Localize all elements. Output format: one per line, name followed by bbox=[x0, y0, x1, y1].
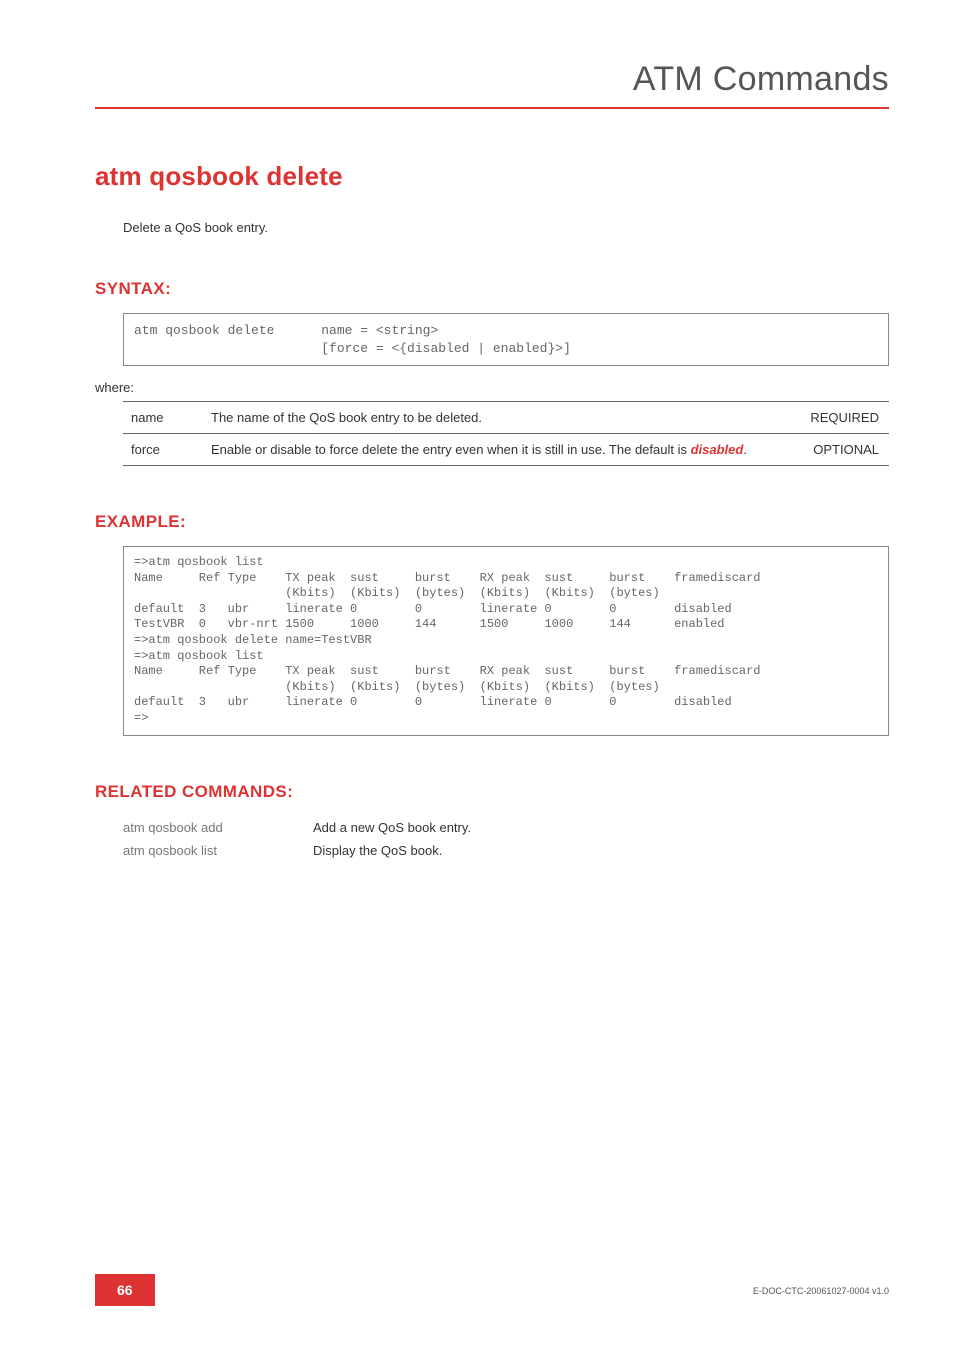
param-desc-pre: Enable or disable to force delete the en… bbox=[211, 442, 691, 457]
related-desc: Display the QoS book. bbox=[313, 839, 471, 862]
param-name: force bbox=[123, 434, 203, 466]
syntax-heading: SYNTAX: bbox=[95, 279, 889, 299]
related-heading: RELATED COMMANDS: bbox=[95, 782, 889, 802]
param-desc-em: disabled bbox=[691, 442, 744, 457]
param-desc: Enable or disable to force delete the en… bbox=[203, 434, 789, 466]
intro-text: Delete a QoS book entry. bbox=[123, 220, 889, 235]
syntax-code: atm qosbook delete name = <string> [forc… bbox=[123, 313, 889, 366]
param-row: name The name of the QoS book entry to b… bbox=[123, 402, 889, 434]
param-table: name The name of the QoS book entry to b… bbox=[123, 401, 889, 466]
where-label: where: bbox=[95, 380, 889, 395]
page: ATM Commands atm qosbook delete Delete a… bbox=[0, 0, 954, 1350]
param-required: REQUIRED bbox=[789, 402, 889, 434]
param-required: OPTIONAL bbox=[789, 434, 889, 466]
footer: 66 E-DOC-CTC-20061027-0004 v1.0 bbox=[95, 1274, 889, 1306]
related-table: atm qosbook add Add a new QoS book entry… bbox=[123, 816, 471, 862]
chapter-title: ATM Commands bbox=[95, 60, 889, 109]
related-row: atm qosbook list Display the QoS book. bbox=[123, 839, 471, 862]
page-number: 66 bbox=[95, 1274, 155, 1306]
param-desc-post: . bbox=[743, 442, 747, 457]
related-cmd: atm qosbook add bbox=[123, 816, 313, 839]
param-name: name bbox=[123, 402, 203, 434]
example-heading: EXAMPLE: bbox=[95, 512, 889, 532]
doc-id: E-DOC-CTC-20061027-0004 v1.0 bbox=[753, 1286, 889, 1296]
related-desc: Add a new QoS book entry. bbox=[313, 816, 471, 839]
command-title: atm qosbook delete bbox=[95, 161, 889, 192]
example-code: =>atm qosbook list Name Ref Type TX peak… bbox=[123, 546, 889, 736]
related-row: atm qosbook add Add a new QoS book entry… bbox=[123, 816, 471, 839]
related-cmd: atm qosbook list bbox=[123, 839, 313, 862]
param-desc: The name of the QoS book entry to be del… bbox=[203, 402, 789, 434]
param-row: force Enable or disable to force delete … bbox=[123, 434, 889, 466]
